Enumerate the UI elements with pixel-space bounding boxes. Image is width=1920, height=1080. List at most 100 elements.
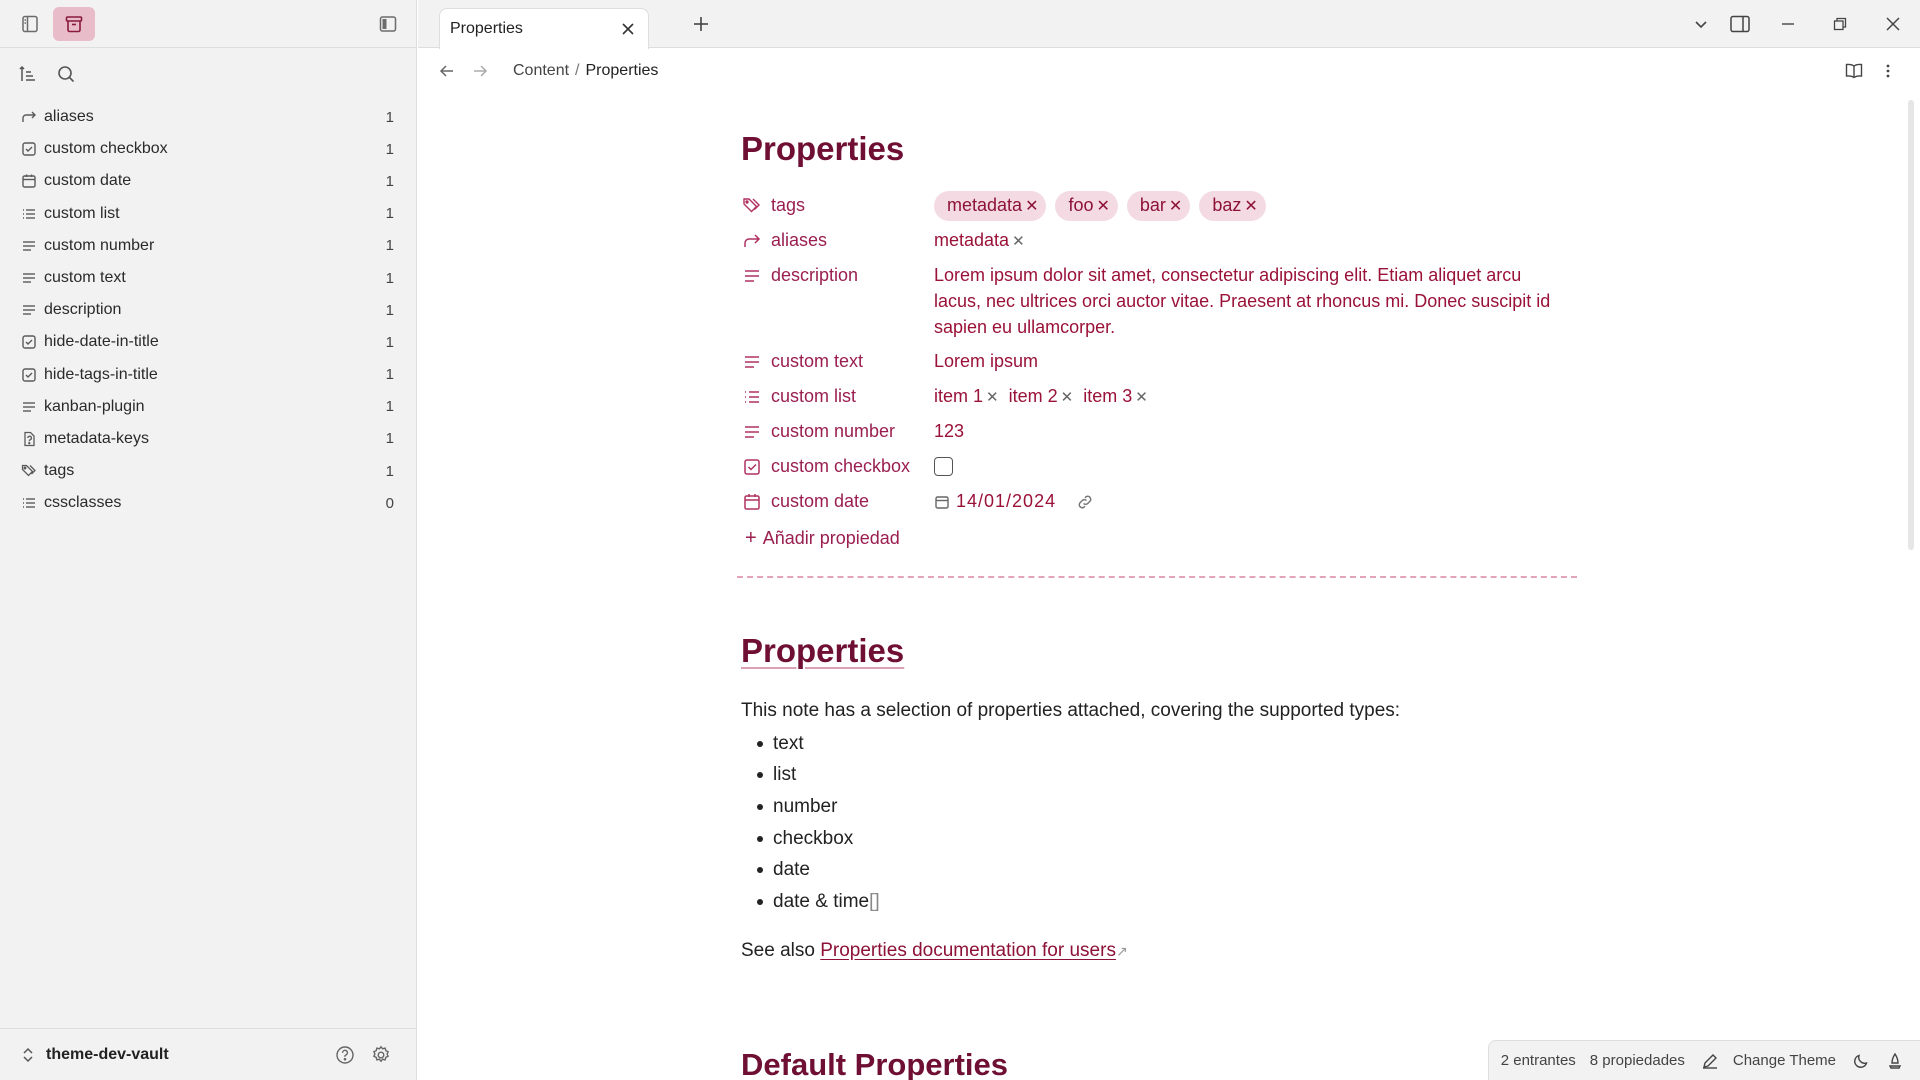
property-item-label: aliases — [44, 108, 94, 126]
property-item-kanban-plugin[interactable]: kanban-plugin 1 — [0, 391, 416, 423]
tag-pill[interactable]: foo ✕ — [1055, 190, 1118, 221]
minimize-button[interactable] — [1773, 10, 1803, 38]
external-link[interactable]: Properties documentation for users — [820, 940, 1116, 961]
help-button[interactable] — [330, 1040, 360, 1070]
pencil-icon[interactable] — [1699, 1050, 1721, 1072]
back-button[interactable] — [433, 57, 461, 85]
all-properties-button[interactable] — [53, 7, 95, 41]
settings-button[interactable] — [366, 1040, 396, 1070]
vault-name[interactable]: theme-dev-vault — [46, 1046, 324, 1064]
list-item-chip[interactable]: item 1 ✕ — [934, 386, 999, 407]
custom-date-value[interactable]: 14/01/2024 — [956, 491, 1056, 512]
backlinks-count[interactable]: 2 entrantes — [1501, 1052, 1576, 1069]
calendar-icon[interactable] — [934, 494, 950, 510]
remove-icon[interactable]: ✕ — [1012, 232, 1025, 250]
properties-divider — [737, 576, 1577, 578]
remove-icon[interactable]: ✕ — [1169, 196, 1182, 216]
file-explorer-button[interactable] — [9, 7, 51, 41]
property-item-custom-number[interactable]: custom number 1 — [0, 230, 416, 262]
chevron-down-icon — [1695, 21, 1707, 29]
property-key-label: aliases — [771, 230, 828, 250]
property-value: 14/01/2024 — [934, 484, 1581, 519]
property-key[interactable]: custom text — [741, 344, 934, 379]
toggle-right-sidebar-button[interactable] — [1725, 10, 1755, 38]
property-key[interactable]: custom checkbox — [741, 449, 934, 484]
collapse-sidebar-button[interactable] — [367, 7, 409, 41]
more-options-button[interactable] — [1874, 57, 1902, 85]
property-item-custom-text[interactable]: custom text 1 — [0, 262, 416, 294]
property-item-description[interactable]: description 1 — [0, 294, 416, 326]
moon-icon[interactable] — [1850, 1050, 1872, 1072]
close-window-button[interactable] — [1878, 10, 1908, 38]
tab-title: Properties — [450, 20, 523, 37]
property-key[interactable]: aliases — [741, 223, 934, 258]
property-item-label: description — [44, 301, 122, 319]
property-key[interactable]: custom list — [741, 379, 934, 414]
property-key[interactable]: description — [741, 258, 934, 293]
tab-close-button[interactable] — [618, 19, 638, 39]
sort-button[interactable] — [14, 60, 42, 88]
add-property-button[interactable]: + Añadir propiedad — [741, 527, 1581, 550]
note-title[interactable]: Properties — [741, 130, 1581, 168]
breadcrumb-current[interactable]: Properties — [586, 62, 659, 80]
tag-label: foo — [1068, 195, 1094, 215]
list-item-chip[interactable]: item 3 ✕ — [1083, 386, 1148, 407]
remove-icon[interactable]: ✕ — [1097, 196, 1110, 216]
remove-icon[interactable]: ✕ — [1061, 388, 1074, 406]
tab-list-button[interactable] — [1686, 10, 1716, 38]
sidebar-toolbar — [0, 48, 416, 98]
remove-icon[interactable]: ✕ — [986, 388, 999, 406]
tag-pill[interactable]: bar ✕ — [1126, 190, 1191, 221]
intro-paragraph: This note has a selection of properties … — [741, 700, 1401, 721]
property-value[interactable]: 123 — [934, 414, 1581, 449]
empty-link-brackets[interactable]: [] — [869, 891, 880, 913]
bullet — [757, 772, 763, 779]
property-item-hide-date-in-title[interactable]: hide-date-in-title 1 — [0, 326, 416, 358]
property-item-metadata-keys[interactable]: metadata-keys 1 — [0, 423, 416, 455]
remove-icon[interactable]: ✕ — [1244, 196, 1257, 216]
property-item-aliases[interactable]: aliases 1 — [0, 101, 416, 133]
property-key[interactable]: tags — [741, 188, 934, 223]
change-theme-label[interactable]: Change Theme — [1733, 1052, 1836, 1069]
property-item-custom-date[interactable]: custom date 1 — [0, 165, 416, 197]
custom-number-value[interactable]: 123 — [934, 421, 964, 442]
sync-icon[interactable] — [1884, 1050, 1906, 1072]
property-key[interactable]: custom number — [741, 414, 934, 449]
property-value: metadata ✕ — [934, 223, 1581, 258]
property-row-tags: tags metadata ✕ foo ✕ bar ✕ baz ✕ — [741, 188, 1581, 223]
list-item-chip[interactable]: item 2 ✕ — [1009, 386, 1074, 407]
new-tab-button[interactable] — [686, 10, 716, 38]
property-item-cssclasses[interactable]: cssclasses 0 — [0, 487, 416, 519]
breadcrumb-parent[interactable]: Content — [513, 62, 569, 80]
link-icon[interactable] — [1076, 493, 1094, 511]
restore-button[interactable] — [1825, 10, 1855, 38]
custom-checkbox-input[interactable] — [934, 457, 953, 476]
reading-view-button[interactable] — [1840, 57, 1868, 85]
list-item: number — [741, 791, 1581, 823]
search-button[interactable] — [52, 60, 80, 88]
description-text[interactable]: Lorem ipsum dolor sit amet, consectetur … — [934, 258, 1564, 344]
remove-icon[interactable]: ✕ — [1135, 388, 1148, 406]
remove-icon[interactable]: ✕ — [1025, 196, 1038, 216]
property-key[interactable]: custom date — [741, 484, 934, 519]
forward-button[interactable] — [466, 57, 494, 85]
tag-pill[interactable]: metadata ✕ — [934, 190, 1047, 221]
property-value[interactable]: Lorem ipsum — [934, 344, 1581, 379]
date-field[interactable]: 14/01/2024 — [934, 491, 1056, 512]
property-item-custom-checkbox[interactable]: custom checkbox 1 — [0, 133, 416, 165]
properties-count[interactable]: 8 propiedades — [1590, 1052, 1685, 1069]
custom-text-value[interactable]: Lorem ipsum — [934, 351, 1038, 372]
property-item-tags[interactable]: tags 1 — [0, 455, 416, 487]
property-item-custom-list[interactable]: custom list 1 — [0, 198, 416, 230]
tags-icon — [741, 195, 763, 217]
tag-label: bar — [1139, 195, 1166, 215]
scrollbar[interactable] — [1908, 100, 1914, 550]
list-item-label: item 3 — [1083, 386, 1133, 406]
list-item-text: checkbox — [773, 827, 854, 849]
property-value[interactable]: Lorem ipsum dolor sit amet, consectetur … — [934, 258, 1581, 344]
tag-pill[interactable]: baz ✕ — [1199, 190, 1266, 221]
alias-chip[interactable]: metadata ✕ — [934, 230, 1025, 251]
property-item-hide-tags-in-title[interactable]: hide-tags-in-title 1 — [0, 359, 416, 391]
vault-switcher-icon[interactable] — [20, 1047, 36, 1063]
tab-properties[interactable]: Properties — [439, 8, 649, 49]
